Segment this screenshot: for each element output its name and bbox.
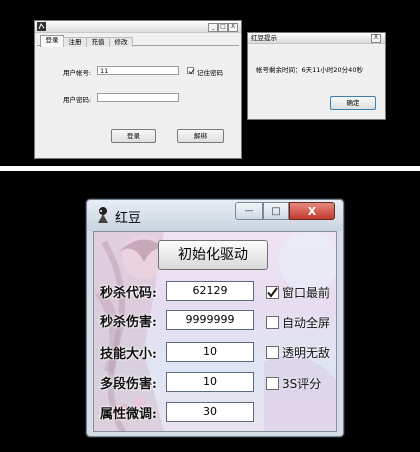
init-driver-button[interactable]: 初始化驱动 bbox=[158, 240, 268, 270]
login-titlebar: _ □ X bbox=[35, 21, 241, 33]
field-label-instakill-damage: 秒杀伤害: bbox=[100, 315, 157, 330]
login-button[interactable]: 登录 bbox=[111, 129, 156, 143]
field-label-multi-hit: 多段伤害: bbox=[100, 377, 157, 392]
maximize-button[interactable]: □ bbox=[218, 23, 228, 32]
tab-login[interactable]: 登录 bbox=[40, 35, 64, 47]
3s-rating-label: 3S评分 bbox=[282, 377, 322, 391]
field-label-skill-size: 技能大小: bbox=[100, 347, 157, 362]
alert-titlebar: 红豆提示 X bbox=[248, 33, 385, 44]
check-icon bbox=[267, 287, 278, 298]
3s-rating-checkbox[interactable] bbox=[266, 377, 279, 390]
instakill-code-input[interactable]: 62129 bbox=[166, 281, 254, 301]
divider bbox=[0, 166, 420, 171]
alert-message: 帐号剩余时间：6天11小时20分40秒 bbox=[256, 66, 363, 74]
alert-window: 红豆提示 X 帐号剩余时间：6天11小时20分40秒 确定 bbox=[247, 32, 386, 120]
tab-bar: 登录 注册 充值 修改 bbox=[37, 35, 239, 47]
close-button[interactable]: X bbox=[289, 202, 335, 220]
transparent-invincible-label: 透明无敌 bbox=[282, 346, 331, 360]
field-label-attribute-tweak: 属性微调: bbox=[100, 407, 157, 422]
tab-recharge[interactable]: 充值 bbox=[86, 37, 110, 47]
remember-checkbox[interactable] bbox=[187, 67, 195, 75]
hongdou-titlebar: 红豆 — □ X bbox=[87, 200, 343, 231]
password-input[interactable] bbox=[97, 93, 179, 102]
ok-button[interactable]: 确定 bbox=[330, 96, 376, 110]
account-label: 用户帐号: bbox=[63, 69, 92, 77]
close-button[interactable]: X bbox=[228, 23, 238, 32]
minimize-button[interactable]: — bbox=[235, 202, 263, 220]
password-label: 用户密码: bbox=[63, 96, 92, 104]
maximize-button[interactable]: □ bbox=[263, 202, 289, 220]
always-on-top-checkbox[interactable] bbox=[266, 286, 279, 299]
app-icon bbox=[98, 207, 108, 223]
hongdou-client-area: 初始化驱动 秒杀代码: 62129 秒杀伤害: 9999999 技能大小: 10… bbox=[93, 231, 337, 432]
minimize-button[interactable]: _ bbox=[208, 23, 218, 32]
attribute-tweak-input[interactable]: 30 bbox=[166, 402, 254, 422]
alert-title: 红豆提示 bbox=[251, 34, 277, 42]
auto-fullscreen-label: 自动全屏 bbox=[282, 316, 331, 330]
account-input[interactable]: 11 bbox=[97, 66, 179, 75]
field-label-instakill-code: 秒杀代码: bbox=[100, 286, 157, 301]
skill-size-input[interactable]: 10 bbox=[166, 342, 254, 362]
tab-modify[interactable]: 修改 bbox=[109, 37, 133, 47]
tab-register[interactable]: 注册 bbox=[63, 37, 87, 47]
always-on-top-label: 窗口最前 bbox=[282, 286, 331, 300]
check-icon bbox=[188, 68, 195, 75]
transparent-invincible-checkbox[interactable] bbox=[266, 346, 279, 359]
hongdou-title: 红豆 bbox=[115, 211, 142, 226]
login-window: _ □ X 登录 注册 充值 修改 用户帐号: 11 记住密码 用户密码: 登录… bbox=[34, 20, 242, 159]
multi-hit-input[interactable]: 10 bbox=[166, 372, 254, 392]
close-button[interactable]: X bbox=[371, 34, 381, 43]
app-icon bbox=[37, 22, 46, 31]
remember-label: 记住密码 bbox=[197, 69, 223, 77]
auto-fullscreen-checkbox[interactable] bbox=[266, 316, 279, 329]
instakill-damage-input[interactable]: 9999999 bbox=[166, 310, 254, 330]
unbind-button[interactable]: 解绑 bbox=[177, 129, 224, 143]
hongdou-window: 红豆 — □ X 初始化驱动 秒杀代码: 62129 秒杀伤害: 9999999… bbox=[86, 199, 344, 437]
